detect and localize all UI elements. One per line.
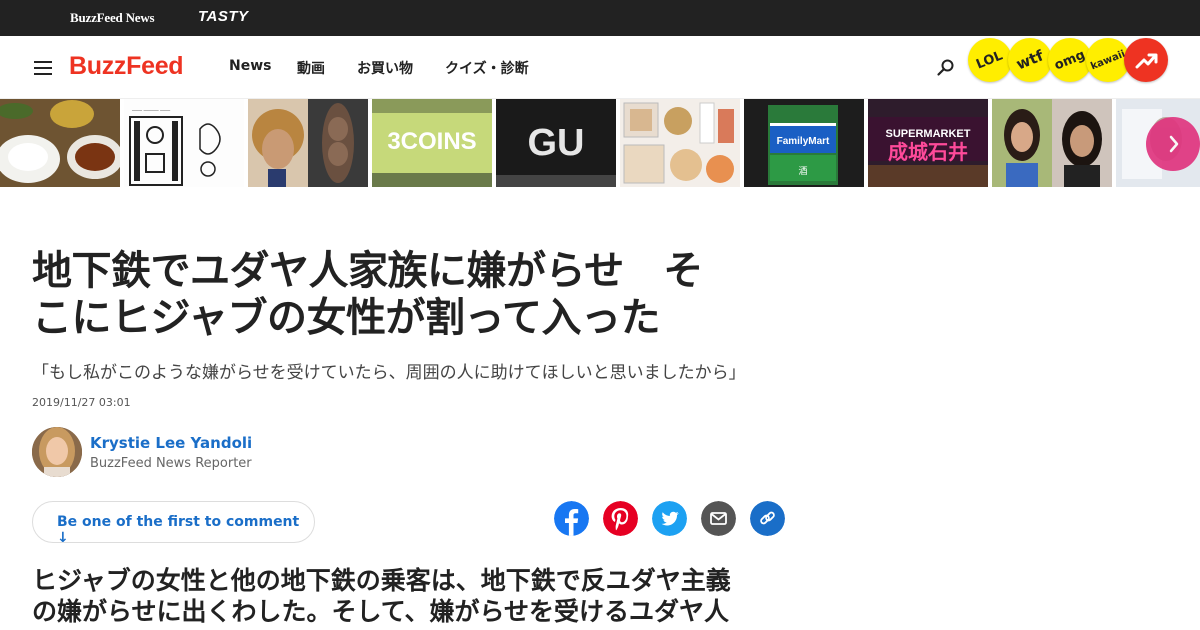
reaction-badges: LOL wtf omg kawaii — [968, 16, 1200, 88]
trending-button[interactable] — [1124, 38, 1168, 82]
headline-line-1: 地下鉄でユダヤ人家族に嫌がらせ そ — [32, 248, 703, 294]
familymart-text: FamilyMart — [777, 136, 830, 147]
trending-arrow-icon — [1135, 53, 1158, 69]
cosmetics-thumb[interactable] — [620, 99, 740, 187]
svg-text:____ ______ ____: ____ ______ ____ — [131, 105, 171, 111]
seijo-ishii-text: 成城石井 — [888, 140, 968, 164]
lol-badge[interactable]: LOL — [968, 38, 1012, 82]
hamburger-menu-icon[interactable] — [34, 61, 52, 75]
tasty-link[interactable]: TASTY — [198, 8, 249, 25]
author-title: BuzzFeed News Reporter — [90, 456, 252, 471]
body-line-2: の嫌がらせに出くわした。そして、嫌がらせを受けるユダヤ人 — [32, 597, 730, 626]
search-icon[interactable] — [936, 58, 956, 78]
chevron-right-icon — [1169, 135, 1179, 153]
facebook-icon[interactable] — [554, 501, 589, 536]
svg-text:酒: 酒 — [798, 166, 807, 177]
body-line-1: ヒジャブの女性と他の地下鉄の乗客は、地下鉄で反ユダヤ主義 — [32, 566, 731, 595]
3coins-thumb[interactable]: 3COINS — [372, 99, 492, 187]
familymart-thumb[interactable]: FamilyMart 酒 — [744, 99, 864, 187]
nav-item-shopping[interactable]: お買い物 — [357, 58, 413, 78]
publish-timestamp: 2019/11/27 03:01 — [32, 396, 131, 409]
3coins-text: 3COINS — [387, 128, 476, 155]
article-dek: 「もし私がこのような嫌がらせを受けていたら、周囲の人に助けてほしいと思いましたか… — [32, 363, 746, 383]
article-headline: 地下鉄でユダヤ人家族に嫌がらせ そ こにヒジャブの女性が割って入った — [32, 248, 792, 342]
seijo-ishii-thumb[interactable]: SUPERMARKET 成城石井 — [868, 99, 988, 187]
gu-text: GU — [528, 122, 585, 164]
twitter-icon[interactable] — [652, 501, 687, 536]
nav-item-news[interactable]: News — [229, 58, 271, 74]
comment-button[interactable]: Be one of the first to comment ↓ — [32, 501, 315, 546]
site-header: BuzzFeed News 動画 お買い物 クイズ・診断 LOL wtf omg… — [0, 36, 1200, 99]
illustration-thumb[interactable]: ____ ______ ____ — [124, 99, 244, 187]
people-thumb[interactable] — [992, 99, 1112, 187]
buzzfeed-news-link[interactable]: BuzzFeed News — [70, 10, 155, 26]
author-avatar[interactable] — [32, 427, 82, 477]
nav-item-videos[interactable]: 動画 — [297, 58, 325, 78]
pinterest-icon[interactable] — [603, 501, 638, 536]
link-icon[interactable] — [750, 501, 785, 536]
article-body-paragraph: ヒジャブの女性と他の地下鉄の乗客は、地下鉄で反ユダヤ主義 の嫌がらせに出くわした… — [32, 565, 792, 627]
author-name[interactable]: Krystie Lee Yandoli — [90, 434, 252, 452]
image-carousel: ____ ______ ____ 3COINS GU FamilyMart 酒 … — [0, 99, 1200, 187]
food-thumb[interactable] — [0, 99, 120, 187]
wtf-badge[interactable]: wtf — [1008, 38, 1052, 82]
email-icon[interactable] — [701, 501, 736, 536]
hair-thumb[interactable] — [248, 99, 368, 187]
buzzfeed-logo[interactable]: BuzzFeed — [69, 52, 184, 81]
carousel-next-button[interactable] — [1146, 117, 1200, 171]
supermarket-text: SUPERMARKET — [886, 128, 971, 140]
gu-thumb[interactable]: GU — [496, 99, 616, 187]
headline-line-2: こにヒジャブの女性が割って入った — [32, 295, 661, 341]
nav-item-quizzes[interactable]: クイズ・診断 — [445, 58, 529, 78]
